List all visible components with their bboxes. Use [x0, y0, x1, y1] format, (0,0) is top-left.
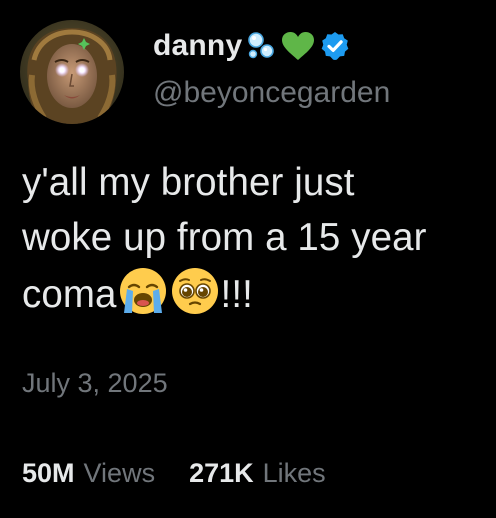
green-heart-icon	[280, 30, 316, 62]
views-stat[interactable]: 50M Views	[22, 458, 155, 489]
tweet-line-3-start: coma	[22, 273, 117, 316]
user-name-row: danny	[153, 26, 351, 66]
tweet-date[interactable]: July 3, 2025	[22, 368, 168, 399]
tweet-line-3-end: !!!	[220, 273, 253, 316]
likes-stat[interactable]: 271K Likes	[189, 458, 326, 489]
pleading-face-icon	[171, 268, 218, 314]
verified-badge-icon	[319, 30, 351, 62]
loudly-crying-face-icon	[119, 268, 166, 314]
tweet-line-3: coma !!!	[22, 265, 492, 320]
tweet-text: y'all my brother just woke up from a 15 …	[22, 155, 492, 320]
likes-label: Likes	[262, 458, 326, 488]
bubbles-icon	[245, 30, 277, 62]
views-count: 50M	[22, 458, 75, 488]
avatar[interactable]	[20, 20, 124, 124]
likes-count: 271K	[189, 458, 254, 488]
user-handle[interactable]: @beyoncegarden	[153, 76, 390, 110]
avatar-portrait-icon	[20, 20, 124, 124]
tweet-line-2: woke up from a 15 year	[22, 216, 427, 259]
views-label: Views	[83, 458, 156, 488]
tweet-card: danny @beyoncegarden y'all my brother ju…	[0, 0, 496, 518]
tweet-line-1: y'all my brother just	[22, 161, 355, 204]
tweet-stats: 50M Views 271K Likes	[22, 458, 354, 489]
display-name[interactable]: danny	[153, 29, 242, 63]
